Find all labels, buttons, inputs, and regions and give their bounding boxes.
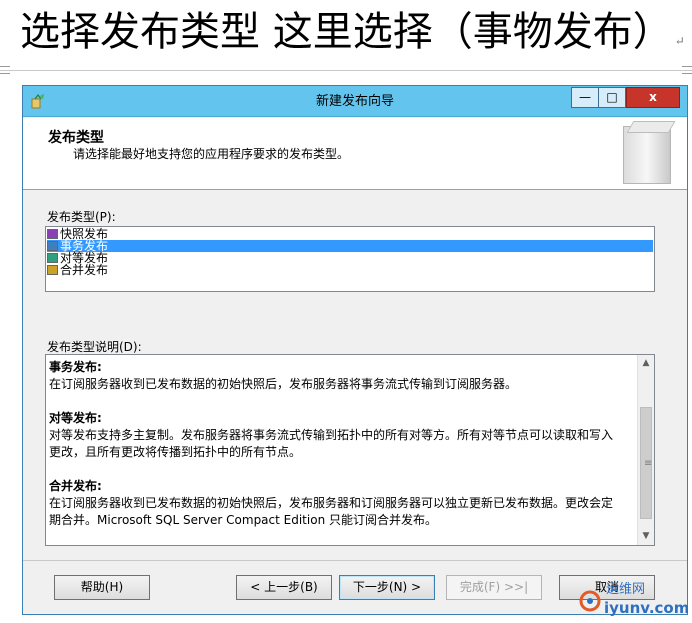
close-button[interactable]: x bbox=[626, 87, 680, 108]
description-scrollbar[interactable]: ▲ ≡ ▼ bbox=[637, 355, 654, 545]
scroll-up-arrow-icon[interactable]: ▲ bbox=[638, 355, 654, 372]
description-section-title: 合并发布: bbox=[49, 479, 102, 493]
maximize-button[interactable]: □ bbox=[598, 87, 626, 108]
description-section-body: 对等发布支持多主复制。发布服务器将事务流式传输到拓扑中的所有对等方。所有对等节点… bbox=[49, 428, 614, 459]
description-section-title: 对等发布: bbox=[49, 411, 102, 425]
publication-type-item[interactable]: 事务发布 bbox=[47, 240, 653, 252]
margin-marker-right bbox=[682, 66, 692, 74]
transaction-icon bbox=[47, 241, 58, 251]
watermark-text: 运维网 bbox=[606, 582, 645, 597]
page-description: 请选择能最好地支持您的应用程序要求的发布类型。 bbox=[73, 147, 350, 161]
footer-divider bbox=[23, 560, 687, 561]
publication-description-label: 发布类型说明(D): bbox=[47, 340, 142, 354]
page-title: 发布类型 bbox=[48, 130, 104, 146]
description-section: 合并发布: 在订阅服务器收到已发布数据的初始快照后，发布服务器和订阅服务器可以独立… bbox=[49, 478, 634, 529]
new-publication-wizard-window: 新建发布向导 — □ x 发布类型 请选择能最好地支持您的应用程序要求的发布类型… bbox=[22, 85, 688, 615]
wizard-header: 发布类型 请选择能最好地支持您的应用程序要求的发布类型。 bbox=[23, 118, 687, 190]
help-button[interactable]: 帮助(H) bbox=[54, 575, 150, 600]
description-section: 对等发布: 对等发布支持多主复制。发布服务器将事务流式传输到拓扑中的所有对等方。所… bbox=[49, 410, 634, 461]
watermark-logo: 运维网 iyunv.com bbox=[579, 582, 688, 617]
document-rule bbox=[0, 70, 692, 71]
description-section-title: 事务发布: bbox=[49, 360, 102, 374]
document-caption: 选择发布类型 这里选择（事物发布） ↵ bbox=[20, 6, 685, 58]
paragraph-mark: ↵ bbox=[674, 34, 685, 48]
description-content: 事务发布: 在订阅服务器收到已发布数据的初始快照后，发布服务器将事务流式传输到订阅… bbox=[49, 359, 634, 545]
description-section-body: 在订阅服务器收到已发布数据的初始快照后，发布服务器将事务流式传输到订阅服务器。 bbox=[49, 377, 518, 391]
merge-icon bbox=[47, 265, 58, 275]
scroll-thumb[interactable]: ≡ bbox=[640, 407, 652, 519]
finish-button[interactable]: 完成(F) >>| bbox=[446, 575, 542, 600]
title-bar[interactable]: 新建发布向导 — □ x bbox=[23, 86, 687, 117]
publication-type-item[interactable]: 快照发布 bbox=[47, 228, 653, 240]
wizard-banner-icon bbox=[623, 126, 671, 184]
publication-description-box[interactable]: 事务发布: 在订阅服务器收到已发布数据的初始快照后，发布服务器将事务流式传输到订阅… bbox=[45, 354, 655, 546]
next-button[interactable]: 下一步(N) > bbox=[339, 575, 435, 600]
snapshot-icon bbox=[47, 229, 58, 239]
back-button[interactable]: < 上一步(B) bbox=[236, 575, 332, 600]
margin-marker-left bbox=[0, 66, 10, 74]
description-section: 事务发布: 在订阅服务器收到已发布数据的初始快照后，发布服务器将事务流式传输到订阅… bbox=[49, 359, 634, 393]
description-section-body: 在订阅服务器收到已发布数据的初始快照后，发布服务器和订阅服务器可以独立更新已发布… bbox=[49, 496, 614, 527]
scroll-grip-icon: ≡ bbox=[644, 458, 653, 469]
publication-type-item-label: 合并发布 bbox=[60, 263, 109, 277]
publication-type-item[interactable]: 对等发布 bbox=[47, 252, 653, 264]
publication-type-label: 发布类型(P): bbox=[47, 210, 116, 224]
peer-icon bbox=[47, 253, 58, 263]
scroll-down-arrow-icon[interactable]: ▼ bbox=[638, 528, 654, 545]
watermark-url: iyunv.com bbox=[604, 599, 688, 617]
minimize-button[interactable]: — bbox=[571, 87, 599, 108]
publication-type-list[interactable]: 快照发布 事务发布 对等发布 合并发布 bbox=[45, 226, 655, 292]
publication-type-item[interactable]: 合并发布 bbox=[47, 264, 653, 276]
caption-text: 选择发布类型 这里选择（事物发布） bbox=[20, 9, 673, 55]
